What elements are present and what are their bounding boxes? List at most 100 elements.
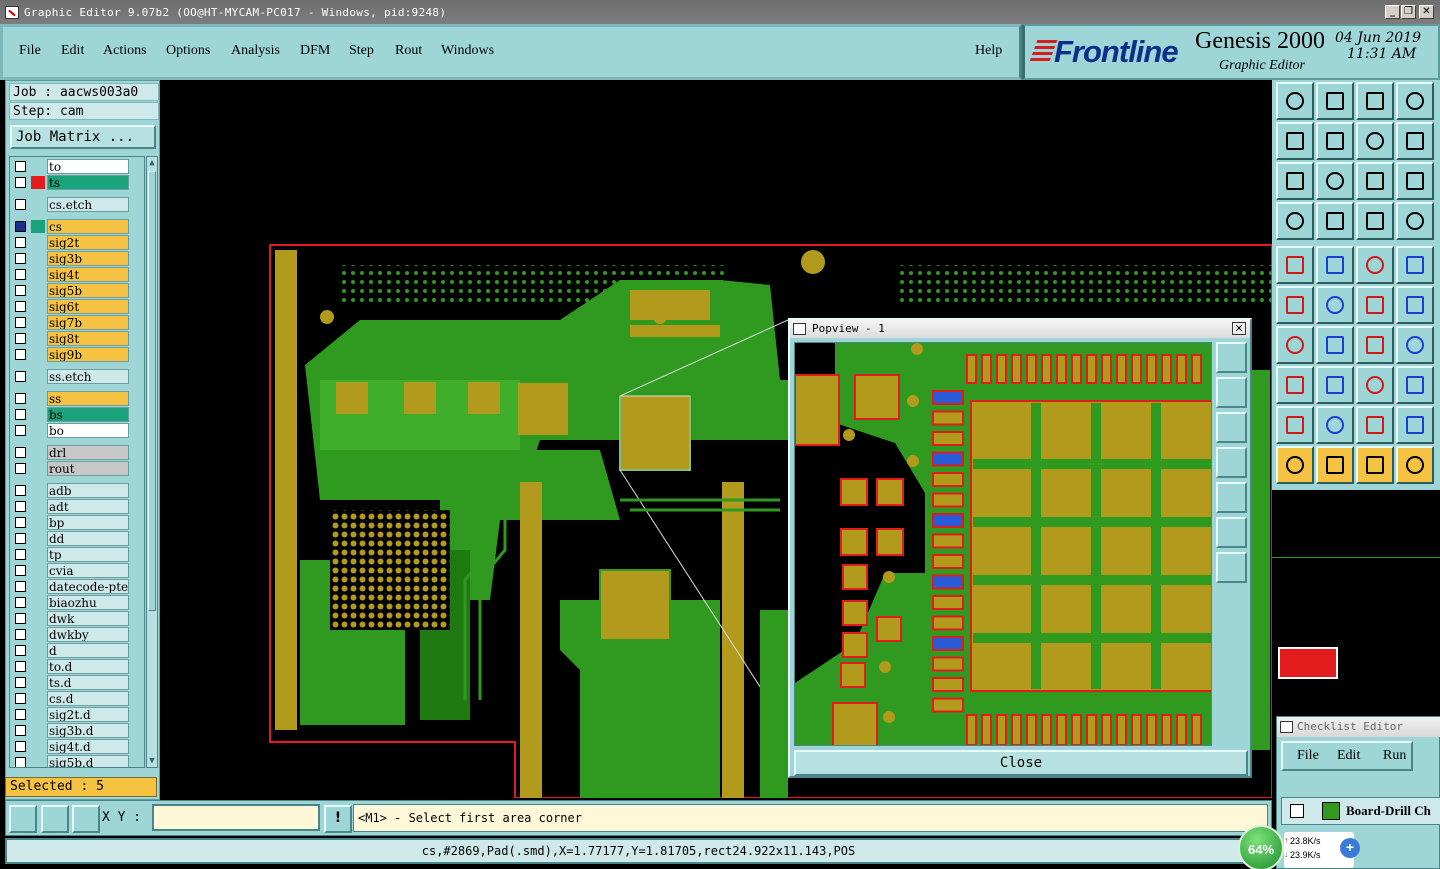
popview-zoom-canvas[interactable] — [794, 342, 1212, 746]
layer-affected-marker[interactable] — [31, 708, 45, 721]
layer-row-ts[interactable]: ts — [10, 175, 144, 190]
layer-compare-icon[interactable] — [1396, 202, 1434, 240]
select-area-icon[interactable] — [1316, 446, 1354, 484]
layer-affected-marker[interactable] — [31, 332, 45, 345]
layer-display-icon[interactable] — [1356, 202, 1394, 240]
add-via-icon[interactable] — [1276, 366, 1314, 404]
layer-affected-marker[interactable] — [31, 612, 45, 625]
layer-name[interactable]: dd — [47, 531, 129, 546]
layer-row-dd[interactable]: dd — [10, 531, 144, 546]
zoom-in-icon[interactable] — [1276, 82, 1314, 120]
redo-zoom-icon[interactable] — [1396, 122, 1434, 160]
layer-name[interactable]: sig4t — [47, 267, 129, 282]
grid-icon[interactable] — [1316, 202, 1354, 240]
triangle-edit-icon[interactable] — [1356, 406, 1394, 444]
checklist-menu-run[interactable]: Run — [1383, 748, 1406, 764]
layer-checkbox[interactable] — [15, 409, 26, 420]
menu-file[interactable]: File — [19, 43, 41, 59]
layer-checkbox[interactable] — [15, 741, 26, 752]
layer-name[interactable]: d — [47, 643, 129, 658]
layer-name[interactable]: dwk — [47, 611, 129, 626]
layer-affected-marker[interactable] — [31, 462, 45, 475]
layer-row-sig5b[interactable]: sig5b — [10, 283, 144, 298]
layer-name[interactable]: tp — [47, 547, 129, 562]
layer-name[interactable]: biaozhu — [47, 595, 129, 610]
popview-title-bar[interactable]: Popview - 1 ✕ — [790, 320, 1250, 338]
layer-affected-marker[interactable] — [31, 392, 45, 405]
layer-name[interactable]: adt — [47, 499, 129, 514]
layer-checkbox[interactable] — [15, 517, 26, 528]
layer-checkbox[interactable] — [15, 709, 26, 720]
layer-affected-marker[interactable] — [31, 564, 45, 577]
layer-checkbox[interactable] — [15, 597, 26, 608]
popview-close-button[interactable]: Close — [794, 750, 1248, 776]
layer-affected-marker[interactable] — [31, 628, 45, 641]
layer-affected-marker[interactable] — [31, 596, 45, 609]
layer-checkbox[interactable] — [15, 285, 26, 296]
layer-row-ts-d[interactable]: ts.d — [10, 675, 144, 690]
layer-name[interactable]: datecode-pte — [47, 579, 129, 594]
layer-row-datecode-pte[interactable]: datecode-pte — [10, 579, 144, 594]
popview-pan-right-button[interactable] — [1216, 482, 1247, 513]
layer-checkbox[interactable] — [15, 253, 26, 264]
triangle-filter-icon[interactable] — [1276, 406, 1314, 444]
job-matrix-button[interactable]: Job Matrix ... — [10, 125, 156, 149]
layer-affected-marker[interactable] — [31, 236, 45, 249]
menu-windows[interactable]: Windows — [441, 43, 494, 59]
menu-dfm[interactable]: DFM — [300, 43, 330, 59]
checklist-title-bar[interactable]: Checklist Editor — [1277, 717, 1440, 737]
layer-row-adb[interactable]: adb — [10, 483, 144, 498]
zoom-home-icon[interactable] — [1356, 82, 1394, 120]
popview-close-icon[interactable]: ✕ — [1232, 322, 1246, 335]
window-title-bar[interactable]: Graphic Editor 9.07b2 (OO@HT-MYCAM-PC017… — [0, 0, 1440, 24]
menu-help[interactable]: Help — [975, 43, 1002, 59]
scroll-down-icon[interactable]: ▼ — [147, 755, 157, 767]
layer-affected-marker[interactable] — [31, 300, 45, 313]
layer-row-sig9b[interactable]: sig9b — [10, 347, 144, 362]
minimize-button[interactable]: _ — [1385, 5, 1400, 19]
add-pad-icon[interactable] — [1276, 246, 1314, 284]
layer-affected-marker[interactable] — [31, 284, 45, 297]
layer-checkbox[interactable] — [15, 371, 26, 382]
layer-name[interactable]: bo — [47, 423, 129, 438]
connect-pad-icon[interactable] — [1356, 286, 1394, 324]
layer-name[interactable]: ss.etch — [47, 369, 129, 384]
triangle-move-icon[interactable] — [1396, 406, 1434, 444]
layer-name[interactable]: sig2t — [47, 235, 129, 250]
layer-row-sig4t[interactable]: sig4t — [10, 267, 144, 282]
layer-row-bo[interactable]: bo — [10, 423, 144, 438]
network-plus-icon[interactable]: + — [1340, 838, 1360, 858]
layer-name[interactable]: drl — [47, 445, 129, 460]
layer-checkbox[interactable] — [15, 565, 26, 576]
layer-checkbox[interactable] — [15, 549, 26, 560]
layer-affected-marker[interactable] — [31, 692, 45, 705]
layer-name[interactable]: sig2t.d — [47, 707, 129, 722]
layer-row-sig4t-d[interactable]: sig4t.d — [10, 739, 144, 754]
layer-affected-marker[interactable] — [31, 446, 45, 459]
layer-checkbox[interactable] — [15, 177, 26, 188]
layer-row-sig3b[interactable]: sig3b — [10, 251, 144, 266]
layer-name[interactable]: to — [47, 159, 129, 174]
info-button[interactable]: ! — [324, 805, 352, 833]
measure-ruler-icon[interactable] — [1356, 246, 1394, 284]
popview-zoom-in-button[interactable] — [1216, 377, 1247, 408]
menu-analysis[interactable]: Analysis — [231, 43, 280, 59]
layer-name[interactable]: adb — [47, 483, 129, 498]
layer-row-tp[interactable]: tp — [10, 547, 144, 562]
layer-name[interactable]: cs.d — [47, 691, 129, 706]
checklist-row[interactable]: Board-Drill Ch — [1281, 797, 1440, 825]
layer-row-sig2t[interactable]: sig2t — [10, 235, 144, 250]
popview-window[interactable]: Popview - 1 ✕ Close — [788, 318, 1252, 778]
popview-center-button[interactable] — [1216, 552, 1247, 583]
layer-checkbox[interactable] — [15, 629, 26, 640]
layer-checkbox[interactable] — [15, 317, 26, 328]
layer-affected-marker[interactable] — [31, 198, 45, 211]
layer-row-sig5b-d[interactable]: sig5b.d — [10, 755, 144, 767]
layer-row-bp[interactable]: bp — [10, 515, 144, 530]
close-window-button[interactable]: ✕ — [1419, 5, 1434, 19]
layer-row-to[interactable]: to — [10, 159, 144, 174]
layer-checkbox[interactable] — [15, 677, 26, 688]
layer-name[interactable]: sig9b — [47, 347, 129, 362]
layer-name[interactable]: ss — [47, 391, 129, 406]
layer-row-sig2t-d[interactable]: sig2t.d — [10, 707, 144, 722]
